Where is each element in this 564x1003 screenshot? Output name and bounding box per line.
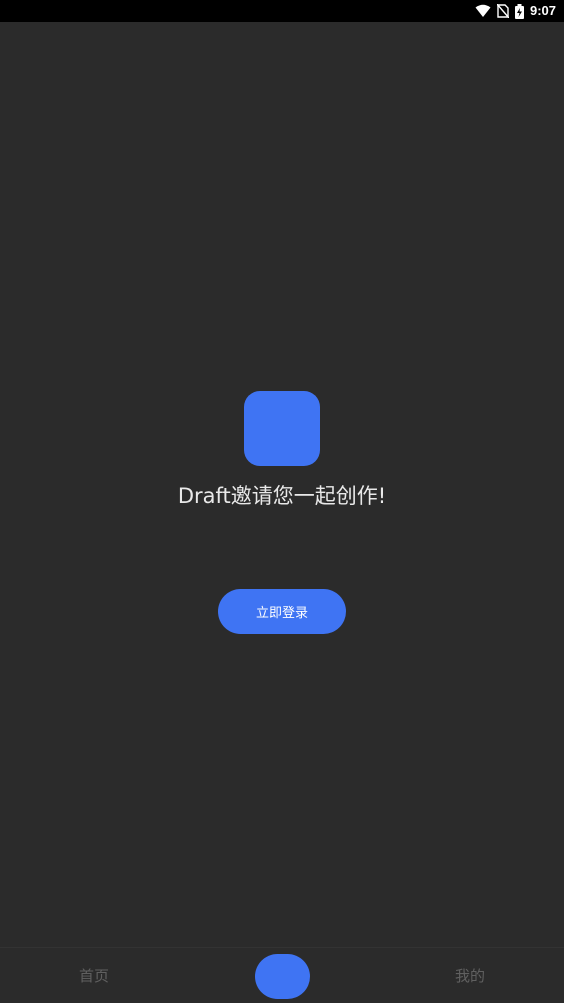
battery-charging-icon [514,3,524,19]
status-bar: 9:07 [0,0,564,22]
wifi-icon [475,4,491,17]
no-sim-icon [496,4,509,18]
status-icons: 9:07 [475,3,556,19]
bottom-nav: 首页 我的 [0,947,564,1003]
nav-create-button[interactable] [255,954,310,999]
status-time: 9:07 [529,3,556,18]
app-logo [244,391,320,466]
nav-tab-mine[interactable]: 我的 [416,948,524,1003]
nav-tab-home[interactable]: 首页 [40,948,148,1003]
login-button[interactable]: 立即登录 [218,589,346,634]
invite-text: Draft邀请您一起创作! [177,484,387,508]
